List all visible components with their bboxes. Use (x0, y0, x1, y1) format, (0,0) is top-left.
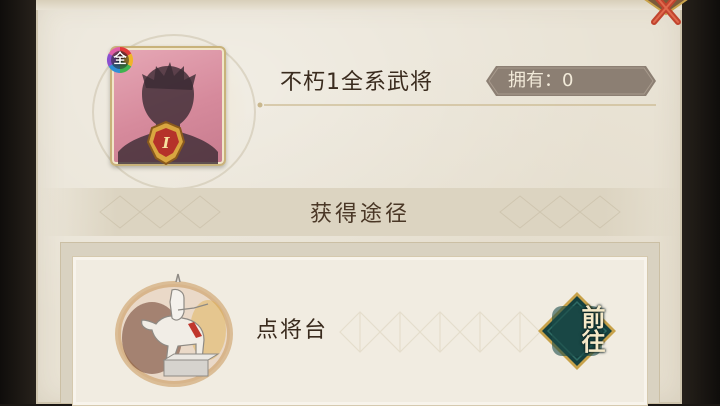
source-label: 点将台 (256, 318, 329, 343)
go-button-label[interactable]: 前往 (546, 296, 606, 362)
panel-top-edge (36, 0, 682, 10)
rank-medal-icon: I (146, 120, 186, 166)
rank-label: I (161, 134, 170, 152)
row-pattern (339, 311, 541, 353)
close-icon[interactable] (640, 0, 692, 32)
name-divider (257, 102, 656, 108)
general-name: 不朽1全系武将 (280, 70, 433, 95)
element-badge-label: 全 (113, 52, 127, 67)
statue-horseman-icon (115, 273, 233, 387)
ownership-count: 拥有：0 (508, 70, 574, 91)
section-title: 获得途径 (309, 202, 410, 227)
